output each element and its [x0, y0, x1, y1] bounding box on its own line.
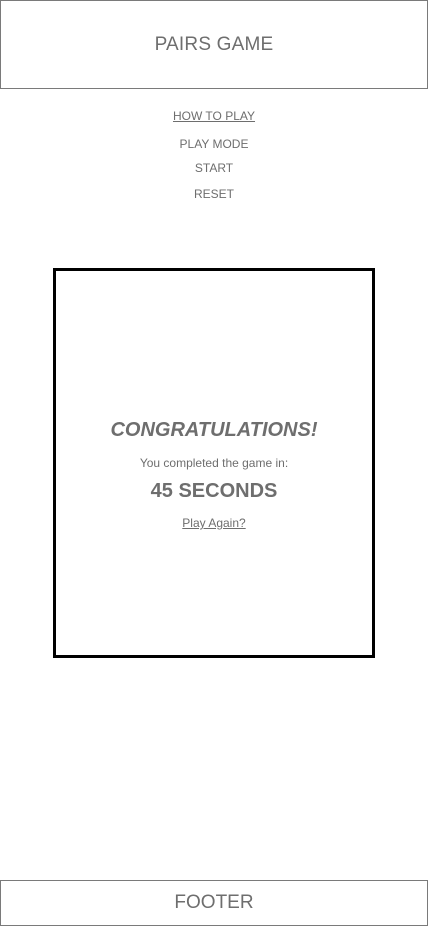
result-modal: CONGRATULATIONS! You completed the game … — [53, 268, 375, 658]
completion-time: 45 SECONDS — [150, 480, 278, 502]
page: PAIRS GAME HOW TO PLAY PLAY MODE START R… — [0, 0, 428, 926]
completion-message: You completed the game in: — [139, 456, 289, 470]
footer-label: FOOTER — [174, 892, 254, 913]
start-button[interactable]: START — [0, 160, 428, 176]
how-to-play-link[interactable]: HOW TO PLAY — [0, 108, 428, 124]
footer: FOOTER — [0, 880, 428, 926]
page-title: PAIRS GAME — [154, 33, 274, 55]
header: PAIRS GAME — [0, 0, 428, 89]
play-mode-button[interactable]: PLAY MODE — [0, 136, 428, 152]
reset-button[interactable]: RESET — [0, 186, 428, 202]
congratulations-heading: CONGRATULATIONS! — [110, 419, 318, 441]
play-again-link[interactable]: Play Again? — [56, 516, 372, 530]
